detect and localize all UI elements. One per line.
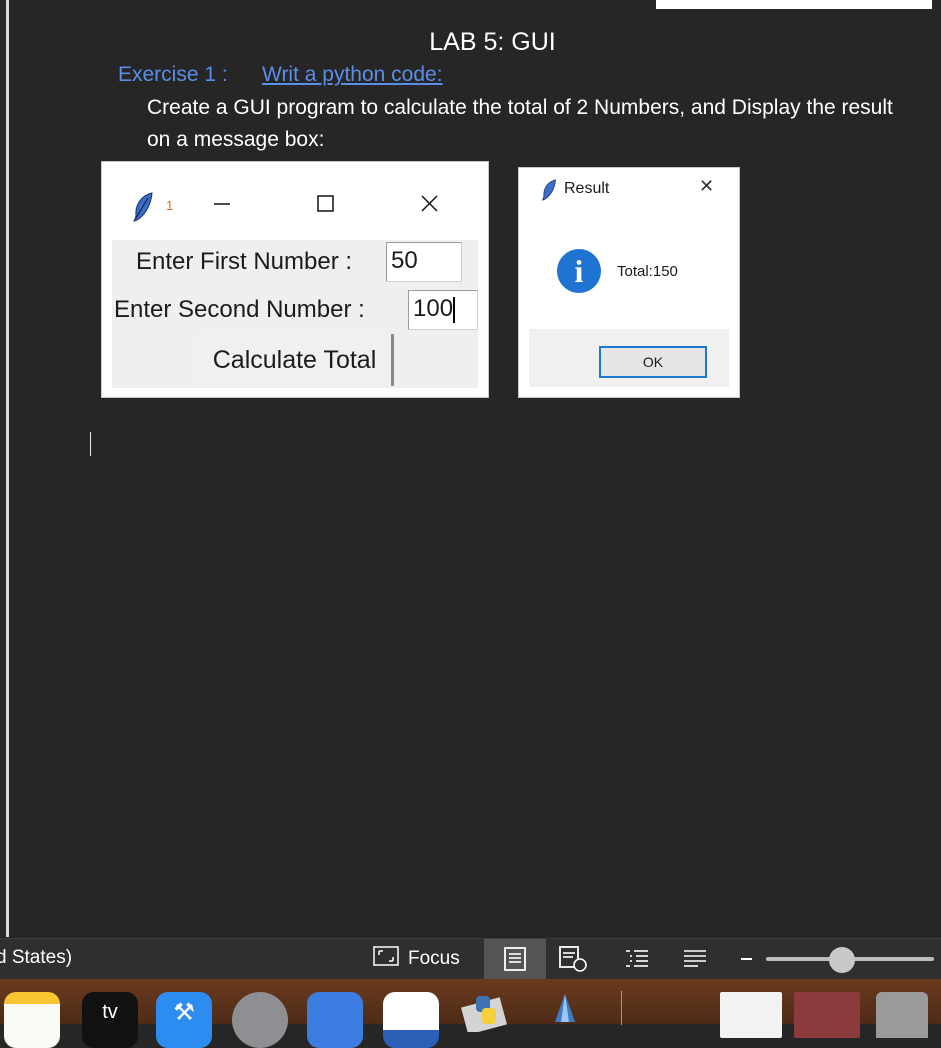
python-launcher-icon[interactable] xyxy=(458,992,514,1048)
zoom-out-button[interactable] xyxy=(741,958,752,960)
calculate-total-button[interactable]: Calculate Total xyxy=(198,334,394,386)
draft-icon[interactable] xyxy=(680,945,710,973)
outline-icon[interactable] xyxy=(622,945,652,973)
document-title: LAB 5: GUI xyxy=(429,28,556,56)
page-left-border xyxy=(0,0,9,937)
exercise-link[interactable]: Writ a python code: xyxy=(262,63,443,87)
ink-pen-icon[interactable] xyxy=(545,992,601,1048)
message-box-footer: OK xyxy=(529,329,729,387)
tk-window: 1 Enter First Number : 50 Enter Second N… xyxy=(101,161,489,398)
document-preview-icon[interactable] xyxy=(794,992,860,1038)
script-editor-icon[interactable] xyxy=(307,992,363,1048)
focus-icon xyxy=(372,945,400,973)
second-number-input[interactable]: 100 xyxy=(408,290,478,330)
xcode-icon[interactable]: ⚒ xyxy=(156,992,212,1048)
window-preview-icon[interactable] xyxy=(720,992,782,1038)
first-number-label: Enter First Number : xyxy=(136,248,353,275)
print-layout-icon[interactable] xyxy=(484,939,546,979)
system-preferences-icon[interactable] xyxy=(232,992,288,1048)
second-number-label: Enter Second Number : xyxy=(114,296,365,323)
feather-icon xyxy=(541,179,557,205)
exercise-label: Exercise 1 : xyxy=(118,63,228,86)
instructions-text: Create a GUI program to calculate the to… xyxy=(147,96,893,151)
tk-content-area: Enter First Number : 50 Enter Second Num… xyxy=(112,240,478,388)
maximize-icon[interactable] xyxy=(316,194,336,219)
notes-icon[interactable] xyxy=(4,992,60,1048)
feather-icon xyxy=(132,192,154,226)
status-bar: d States) Focus xyxy=(0,938,941,979)
zoom-slider-knob[interactable] xyxy=(828,947,855,973)
apple-tv-icon[interactable]: tv xyxy=(82,992,138,1048)
message-text: Total:150 xyxy=(617,263,678,280)
close-icon[interactable]: ✕ xyxy=(699,176,714,197)
message-box-title: Result xyxy=(564,180,610,197)
dock-divider xyxy=(621,991,622,1025)
focus-button[interactable]: Focus xyxy=(372,945,460,973)
text-cursor xyxy=(90,432,91,456)
minimize-icon[interactable] xyxy=(212,192,232,217)
first-number-input[interactable]: 50 xyxy=(386,242,462,282)
language-status[interactable]: d States) xyxy=(0,947,72,969)
word-icon[interactable] xyxy=(383,992,439,1048)
tk-window-title: 1 xyxy=(166,198,174,213)
info-icon: i xyxy=(557,249,601,293)
message-box: Result ✕ i Total:150 OK xyxy=(518,167,740,398)
focus-label: Focus xyxy=(408,948,460,969)
dock: tv ⚒ xyxy=(0,979,941,1048)
top-white-box xyxy=(656,0,932,9)
web-layout-icon[interactable] xyxy=(558,945,588,973)
close-icon[interactable] xyxy=(420,194,440,219)
trash-icon[interactable] xyxy=(876,992,928,1038)
ok-button[interactable]: OK xyxy=(599,346,707,378)
